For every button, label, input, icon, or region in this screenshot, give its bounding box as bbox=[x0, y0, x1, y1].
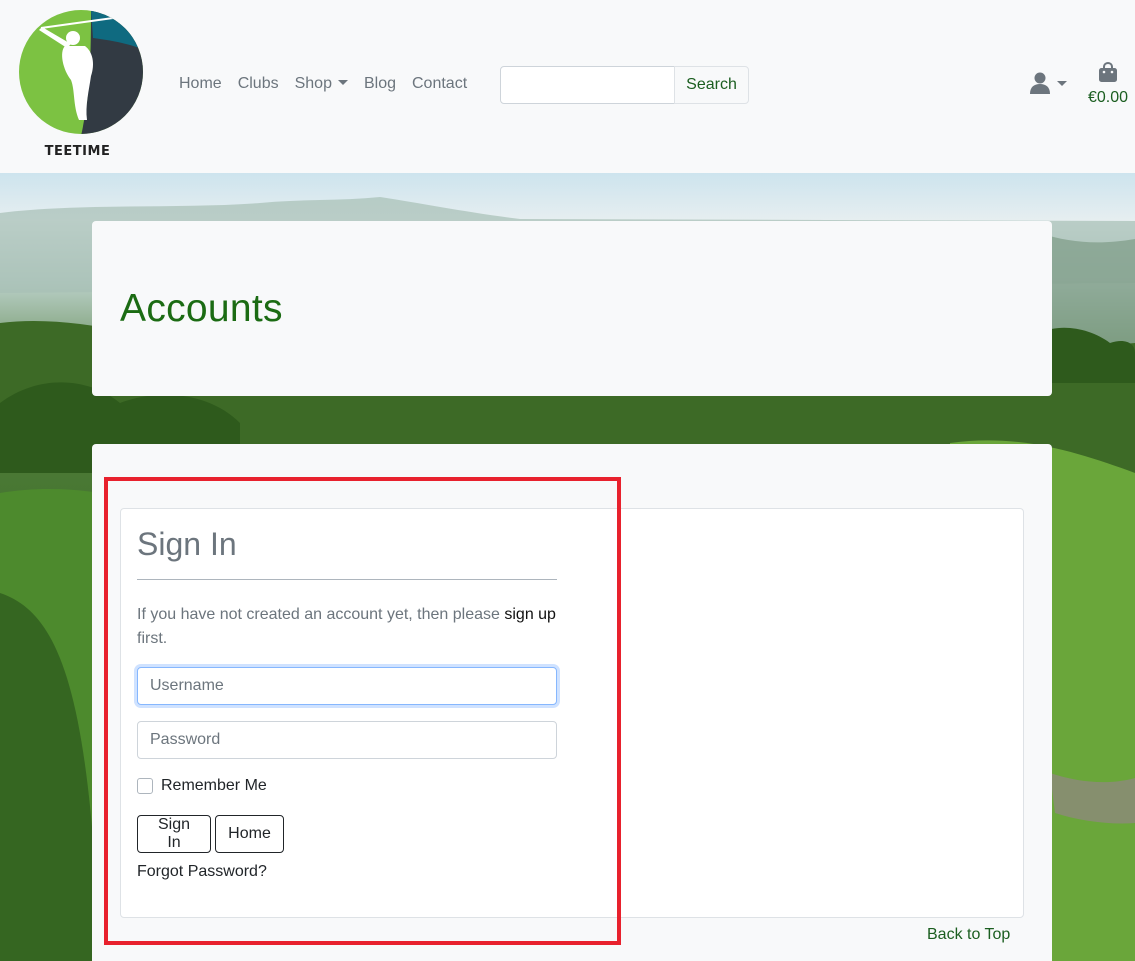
golfer-logo-icon bbox=[19, 10, 143, 134]
forgot-password-link[interactable]: Forgot Password? bbox=[137, 863, 267, 881]
signup-link[interactable]: sign up bbox=[504, 606, 556, 623]
password-field[interactable] bbox=[137, 721, 557, 759]
cart-link[interactable]: €0.00 bbox=[1083, 61, 1133, 107]
username-field[interactable] bbox=[137, 667, 557, 705]
main-nav: Home Clubs Shop Blog Contact bbox=[179, 74, 483, 94]
search-button[interactable]: Search bbox=[674, 66, 749, 104]
back-to-top-link[interactable]: Back to Top bbox=[927, 926, 1010, 944]
nav-shop-label: Shop bbox=[294, 75, 332, 92]
home-button[interactable]: Home bbox=[215, 815, 284, 853]
signin-heading: Sign In bbox=[137, 526, 237, 562]
account-menu[interactable] bbox=[1030, 72, 1067, 94]
shopping-bag-icon bbox=[1099, 61, 1117, 82]
chevron-down-icon bbox=[337, 80, 348, 85]
signin-button[interactable]: Sign In bbox=[137, 815, 211, 853]
nav-home[interactable]: Home bbox=[179, 74, 222, 94]
remember-me[interactable]: Remember Me bbox=[137, 777, 267, 795]
intro-suffix: first. bbox=[137, 630, 168, 647]
nav-shop[interactable]: Shop bbox=[295, 74, 348, 94]
remember-me-label: Remember Me bbox=[161, 777, 267, 794]
site-header: TEETIME Home Clubs Shop Blog Contact Sea… bbox=[0, 0, 1135, 173]
signin-intro: If you have not created an account yet, … bbox=[137, 603, 557, 651]
content-panel: Sign In If you have not created an accou… bbox=[92, 444, 1052, 961]
cart-total: €0.00 bbox=[1087, 89, 1129, 106]
nav-blog[interactable]: Blog bbox=[364, 74, 396, 94]
intro-prefix: If you have not created an account yet, … bbox=[137, 606, 505, 623]
search-input[interactable] bbox=[500, 66, 675, 104]
divider bbox=[137, 579, 557, 580]
nav-contact[interactable]: Contact bbox=[412, 74, 467, 94]
page-title: Accounts bbox=[120, 287, 283, 330]
remember-me-checkbox[interactable] bbox=[137, 778, 153, 794]
teetime-logo[interactable]: TEETIME bbox=[19, 10, 145, 160]
chevron-down-icon bbox=[1057, 80, 1067, 86]
nav-clubs[interactable]: Clubs bbox=[238, 74, 279, 94]
page-header-card: Accounts bbox=[92, 221, 1052, 396]
logo-text: TEETIME bbox=[44, 144, 111, 159]
user-icon bbox=[1030, 72, 1050, 94]
signin-card: Sign In If you have not created an accou… bbox=[120, 508, 1024, 918]
